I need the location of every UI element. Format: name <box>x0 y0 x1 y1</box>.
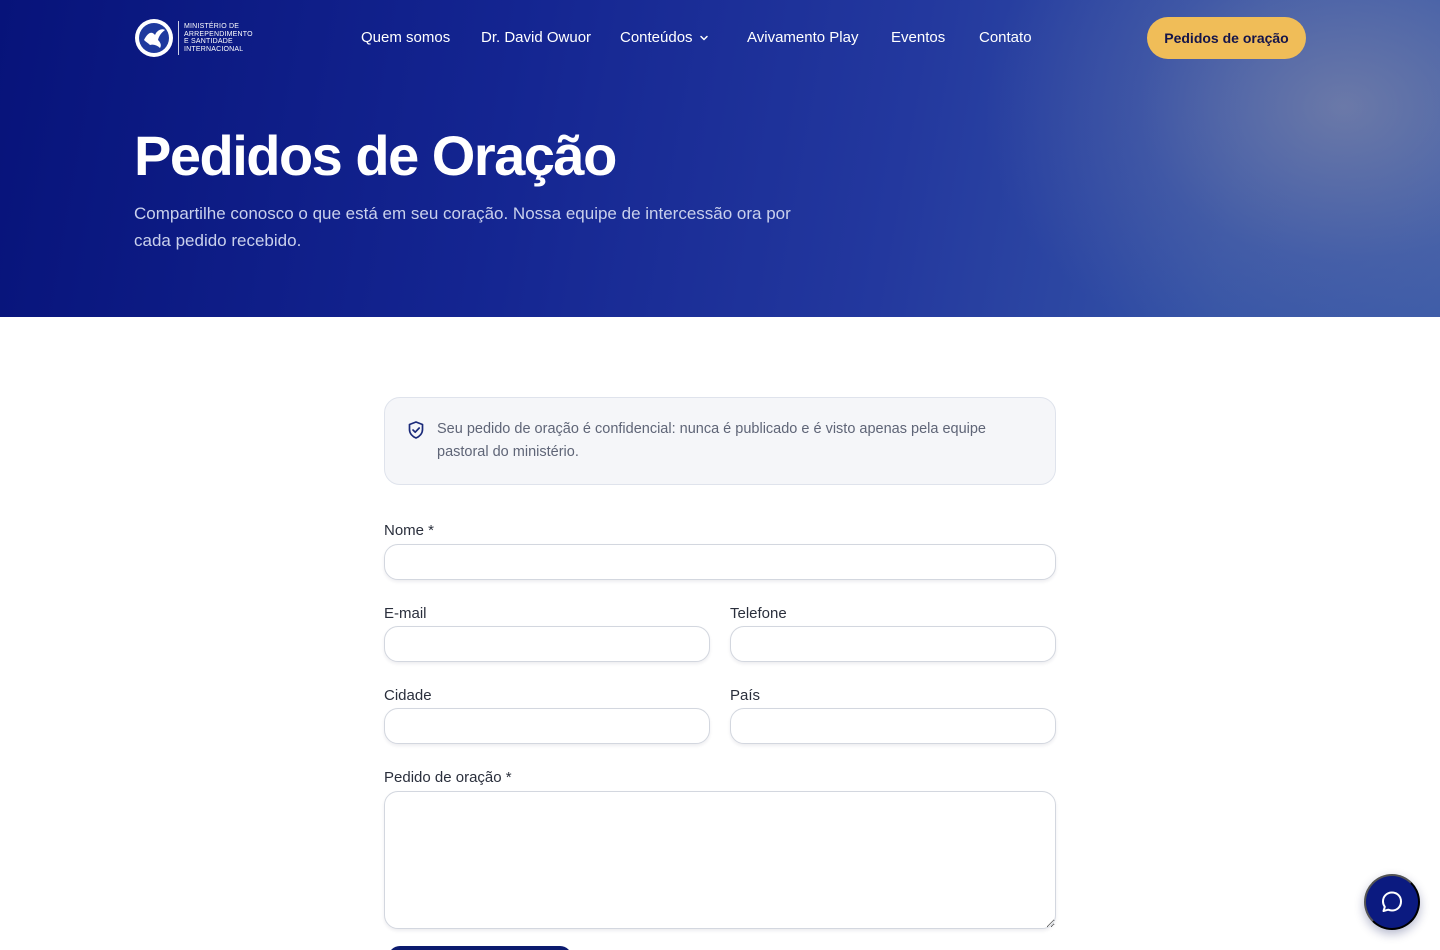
phone-field[interactable] <box>730 626 1056 662</box>
page-subtitle: Compartilhe conosco o que está em seu co… <box>134 204 791 250</box>
email-label: E-mail <box>384 605 427 622</box>
nav-link-avivamento-play[interactable]: Avivamento Play <box>747 28 858 48</box>
city-label: Cidade <box>384 687 432 704</box>
request-label: Pedido de oração * <box>384 769 512 786</box>
nav-link-contato[interactable]: Contato <box>979 28 1032 48</box>
country-field[interactable] <box>730 708 1056 744</box>
nav-link-quem-somos[interactable]: Quem somos <box>361 28 450 48</box>
name-field[interactable] <box>384 544 1056 580</box>
country-label: País <box>730 687 761 704</box>
chevron-down-icon <box>699 35 708 41</box>
prayer-request-cta-button[interactable]: Pedidos de oração <box>1147 17 1306 59</box>
hero-section: MINISTÉRIO DE ARREPENDIMENTO E SANTIDADE… <box>0 0 1440 317</box>
nav-link-eventos[interactable]: Eventos <box>891 28 945 48</box>
confidentiality-notice: Seu pedido de oração é confidencial: nun… <box>384 397 1056 485</box>
nav-link-dr-david-owuor[interactable]: Dr. David Owuor <box>481 28 591 48</box>
nav-link-conteudos[interactable]: Conteúdos <box>620 28 709 48</box>
chat-bubble-icon <box>1382 891 1402 912</box>
phone-label: Telefone <box>730 605 787 622</box>
submit-button[interactable] <box>388 946 572 950</box>
email-field[interactable] <box>384 626 710 662</box>
nav-link-conteudos-label: Conteúdos <box>620 29 693 46</box>
city-field[interactable] <box>384 708 710 744</box>
shield-check-icon <box>408 421 424 439</box>
notice-text: Seu pedido de oração é confidencial: nun… <box>437 421 986 460</box>
prayer-request-textarea[interactable] <box>384 791 1056 929</box>
name-label: Nome * <box>384 522 435 539</box>
page-title: Pedidos de Oração <box>134 124 617 187</box>
chat-button[interactable] <box>1364 874 1420 930</box>
